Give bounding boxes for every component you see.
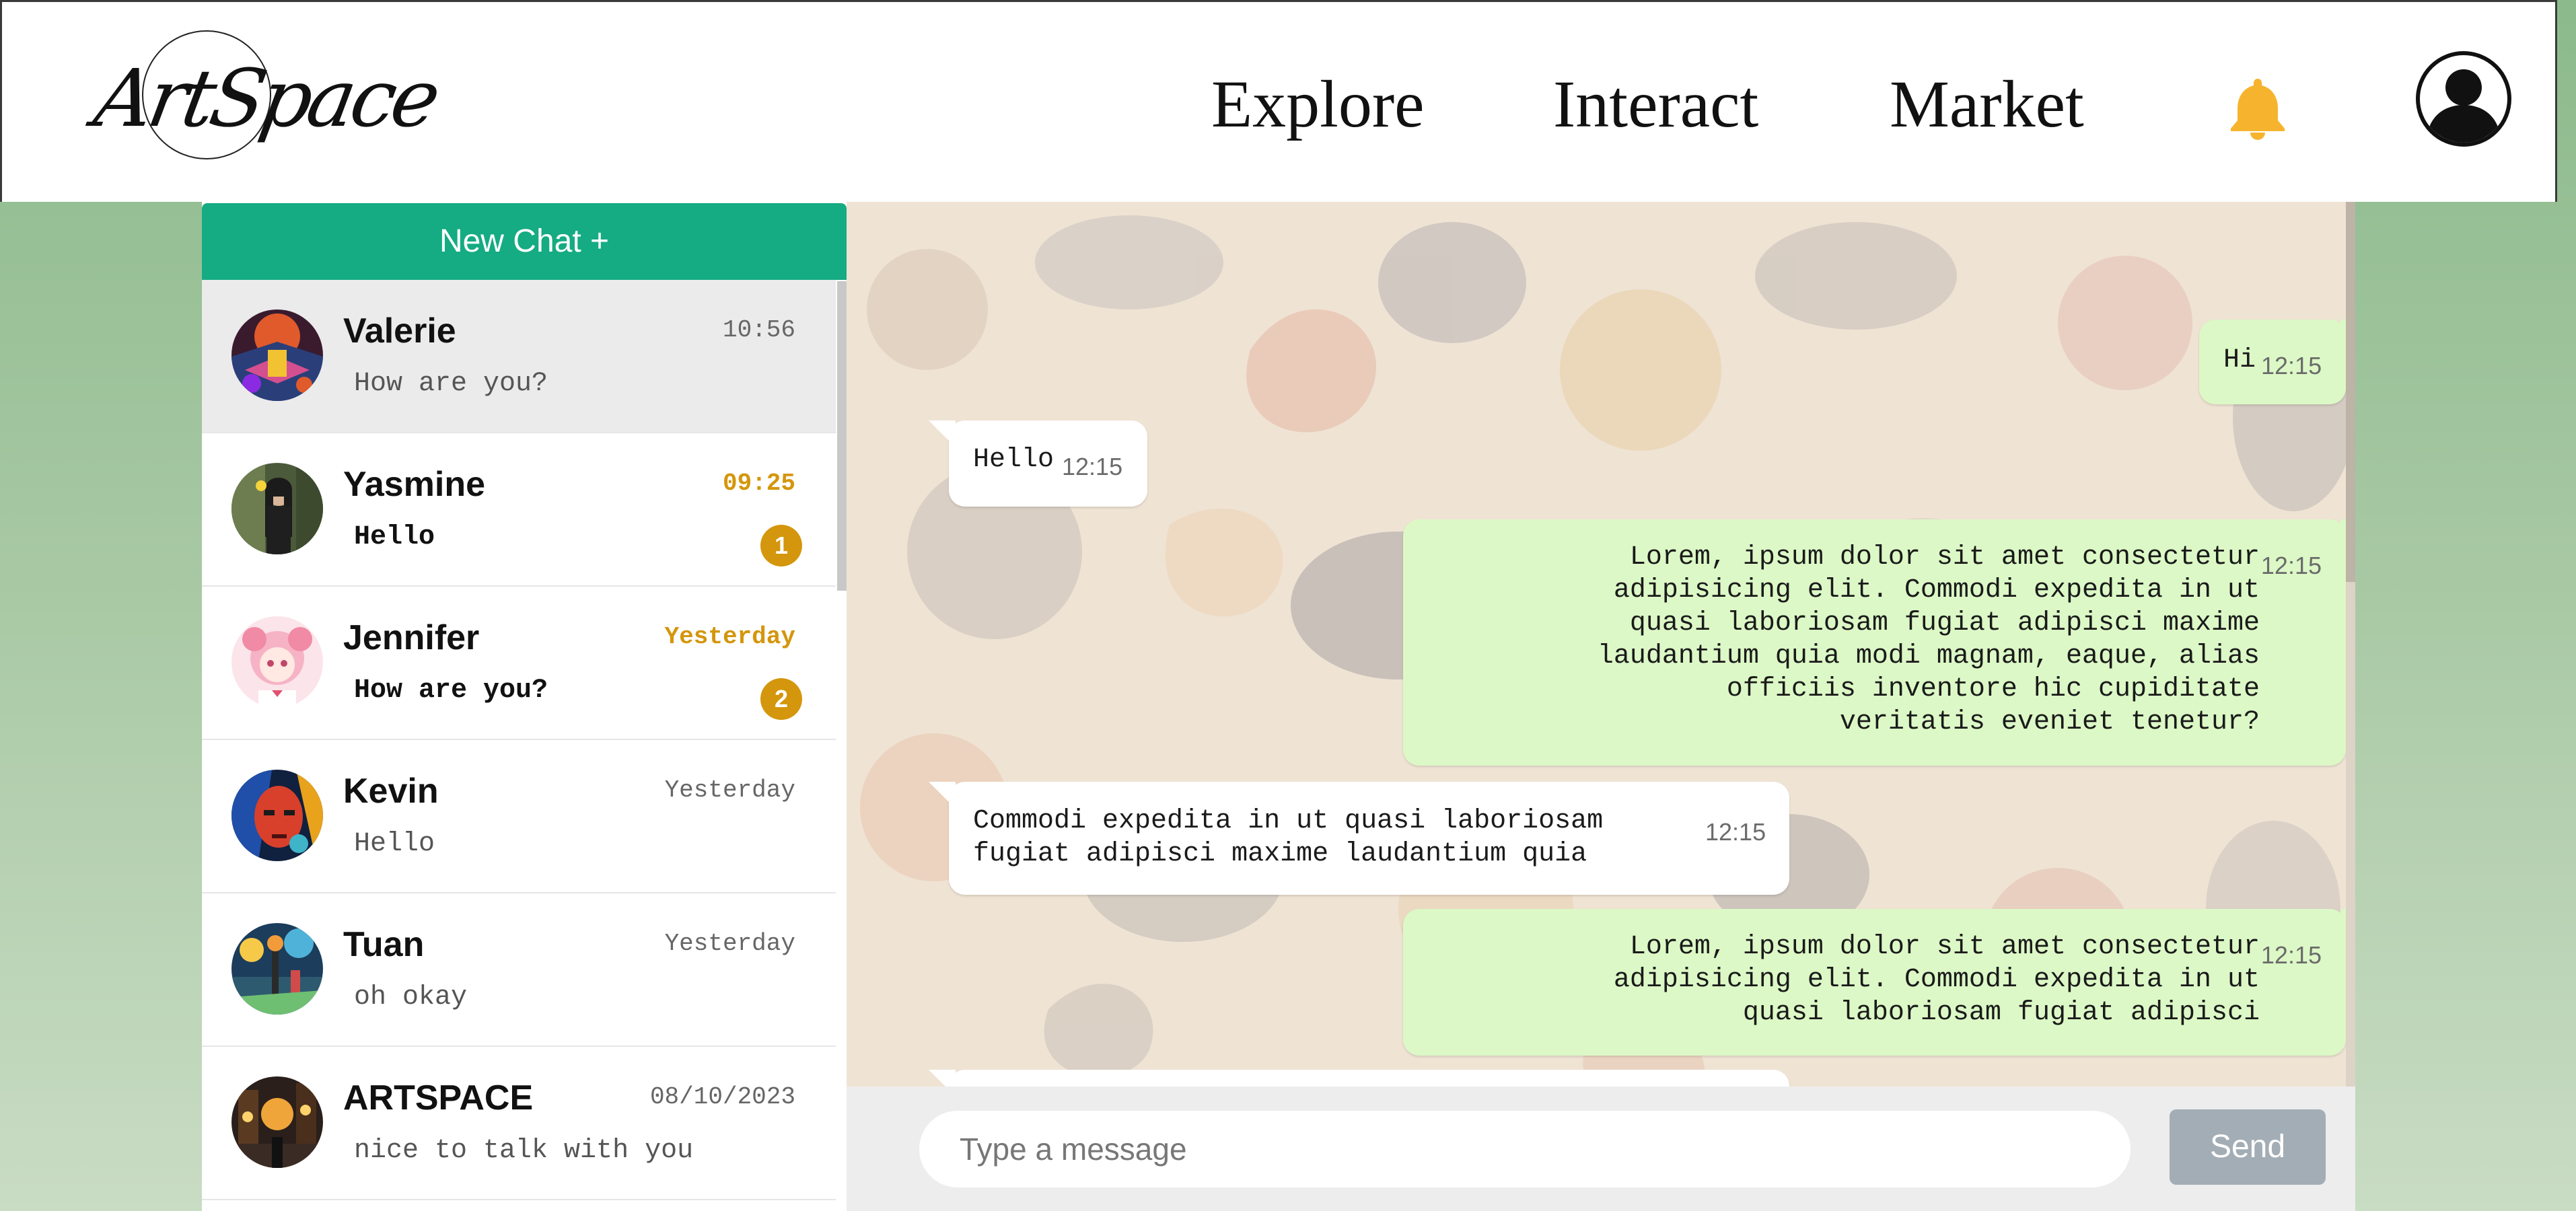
message-outgoing[interactable]: Lorem, ipsum dolor sit amet consectetur … xyxy=(1403,519,2355,766)
message-incoming-partial[interactable] xyxy=(929,1070,1789,1087)
chat-preview: Hello xyxy=(354,522,435,552)
message-text: Lorem, ipsum dolor sit amet consectetur … xyxy=(1597,542,2260,737)
message-time: 12:15 xyxy=(1062,453,1123,480)
message-incoming[interactable]: Hello 12:15 xyxy=(929,420,1147,507)
bell-icon[interactable] xyxy=(2226,76,2289,141)
chat-item-jennifer[interactable]: Jennifer Yesterday How are you? 2 xyxy=(202,587,836,740)
logo-text: ArtSpace xyxy=(87,52,443,145)
message-text: Commodi expedita in ut quasi laboriosam … xyxy=(973,806,1604,869)
send-button[interactable]: Send xyxy=(2170,1109,2326,1185)
chat-preview: How are you? xyxy=(354,369,548,399)
message-time: 12:15 xyxy=(2261,352,2322,379)
avatar xyxy=(231,923,323,1015)
chat-item-tuan[interactable]: Tuan Yesterday oh okay xyxy=(202,893,836,1047)
avatar xyxy=(231,463,323,554)
unread-badge: 2 xyxy=(760,678,802,720)
profile-avatar-button[interactable] xyxy=(2416,51,2511,147)
message-time: 12:15 xyxy=(1705,818,1766,846)
new-chat-button[interactable]: New Chat + xyxy=(202,203,847,280)
chat-name: Jennifer xyxy=(343,618,480,657)
bubble-tail xyxy=(929,1070,956,1087)
chat-item-yasmine[interactable]: Yasmine 09:25 Hello 1 xyxy=(202,433,836,587)
chat-time: 09:25 xyxy=(722,470,795,497)
chat-item-valerie[interactable]: Valerie 10:56 How are you? xyxy=(202,280,836,433)
avatar xyxy=(231,770,323,861)
conversation-panel: Hi 12:15 Hello 12:15 Lorem, ipsum dolor … xyxy=(847,202,2355,1087)
composer-bar: Send xyxy=(847,1087,2355,1211)
avatar xyxy=(231,309,323,401)
message-text: Hi xyxy=(2223,345,2256,375)
chat-preview: How are you? xyxy=(354,675,548,706)
chat-sidebar: New Chat + Valerie 10:56 How are you? Ya… xyxy=(202,202,847,1211)
chat-item-kevin[interactable]: Kevin Yesterday Hello xyxy=(202,740,836,893)
chat-name: Kevin xyxy=(343,772,439,811)
avatar xyxy=(231,616,323,708)
chat-item-artspace[interactable]: ARTSPACE 08/10/2023 nice to talk with yo… xyxy=(202,1047,836,1200)
user-avatar-icon xyxy=(2427,69,2501,143)
nav-explore[interactable]: Explore xyxy=(1211,64,1425,145)
conversation-scrollbar[interactable] xyxy=(2346,202,2355,582)
bubble-tail xyxy=(929,782,956,809)
chat-preview: nice to talk with you xyxy=(354,1136,694,1166)
chat-preview: oh okay xyxy=(354,982,468,1013)
message-text: Hello xyxy=(973,445,1054,475)
message-text: Lorem, ipsum dolor sit amet consectetur … xyxy=(1613,932,2260,1028)
message-outgoing[interactable]: Hi 12:15 xyxy=(2199,320,2355,404)
chat-name: Tuan xyxy=(343,925,425,964)
message-time: 12:15 xyxy=(2260,941,2322,969)
artspace-logo[interactable]: ArtSpace xyxy=(88,26,443,164)
chat-name: Yasmine xyxy=(343,465,486,504)
conversation-scroll-track xyxy=(2346,582,2355,1087)
message-input[interactable] xyxy=(919,1111,2131,1187)
chat-time: Yesterday xyxy=(664,623,795,651)
chat-time: Yesterday xyxy=(664,930,795,957)
chat-time: 08/10/2023 xyxy=(649,1083,795,1111)
chat-list-scrollbar[interactable] xyxy=(837,281,847,591)
chat-name: ARTSPACE xyxy=(343,1078,534,1117)
top-header: ArtSpace Explore Interact Market xyxy=(0,0,2557,202)
chat-preview: Hello xyxy=(354,829,435,859)
nav-market[interactable]: Market xyxy=(1890,64,2084,145)
avatar xyxy=(231,1076,323,1168)
chat-name: Valerie xyxy=(343,311,456,351)
nav-interact[interactable]: Interact xyxy=(1553,64,1758,145)
message-outgoing[interactable]: Lorem, ipsum dolor sit amet consectetur … xyxy=(1403,909,2355,1056)
unread-badge: 1 xyxy=(760,525,802,566)
chat-time: 10:56 xyxy=(722,316,795,344)
message-incoming[interactable]: Commodi expedita in ut quasi laboriosam … xyxy=(929,782,1789,895)
bubble-tail xyxy=(929,420,956,447)
chat-list: Valerie 10:56 How are you? Yasmine 09:25… xyxy=(202,280,836,1211)
chat-time: Yesterday xyxy=(664,776,795,804)
message-time: 12:15 xyxy=(2260,552,2322,579)
